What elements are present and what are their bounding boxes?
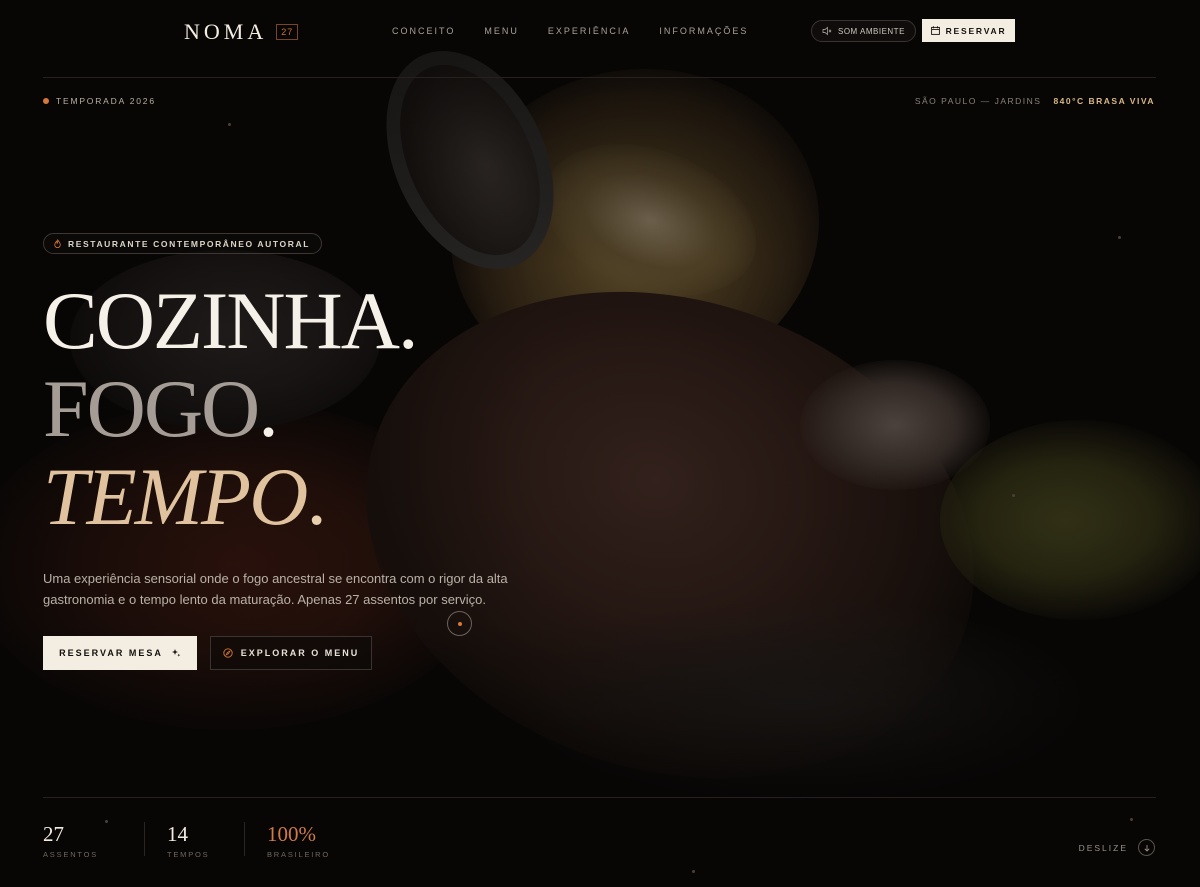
calendar-icon <box>930 26 940 35</box>
cursor-follower-icon <box>447 611 472 636</box>
main-nav: CONCEITO MENU EXPERIÊNCIA INFORMAÇÕES <box>392 26 748 36</box>
speaker-muted-icon <box>822 26 832 36</box>
site-header: NOMA 27 CONCEITO MENU EXPERIÊNCIA INFORM… <box>0 0 1200 62</box>
stat-courses-label: TEMPOS <box>167 850 210 859</box>
stat-seats-value: 27 <box>43 822 64 846</box>
logo-badge: 27 <box>276 24 299 40</box>
headline-line-3: TEMPO. <box>43 451 327 542</box>
header-reserve-label: RESERVAR <box>945 25 1007 36</box>
hero-tag-label: RESTAURANTE CONTEMPORÂNEO AUTORAL <box>68 238 311 249</box>
logo-text: NOMA <box>184 19 268 44</box>
stat-separator <box>144 822 145 856</box>
season-indicator: TEMPORADA 2026 <box>43 96 156 106</box>
nav-item-experiencia[interactable]: EXPERIÊNCIA <box>548 26 631 36</box>
arrow-down-icon <box>1138 839 1155 856</box>
header-divider <box>43 77 1156 78</box>
stat-brazilian-value: 100% <box>267 822 316 846</box>
scroll-hint-label: DESLIZE <box>1078 842 1128 853</box>
logo[interactable]: NOMA 27 <box>184 19 299 45</box>
stat-separator <box>244 822 245 856</box>
scroll-hint[interactable]: DESLIZE <box>1079 839 1155 856</box>
stat-seats-label: ASSENTOS <box>43 850 99 859</box>
stat-brazilian-label: BRASILEIRO <box>267 850 331 859</box>
location-label: SÃO PAULO — JARDINS <box>914 96 1042 106</box>
temperature-label: 840°C BRASA VIVA <box>1053 96 1155 106</box>
nav-item-menu[interactable]: MENU <box>484 26 519 36</box>
explore-menu-label: EXPLORAR O MENU <box>240 648 360 658</box>
sparkle-icon <box>171 649 181 657</box>
explore-menu-button[interactable]: EXPLORAR O MENU <box>210 636 372 670</box>
season-label: TEMPORADA 2026 <box>56 96 156 106</box>
stat-courses: 14 TEMPOS <box>167 822 209 859</box>
reserve-table-label: RESERVAR MESA <box>59 648 163 658</box>
headline-line-2: FOGO. <box>43 363 279 454</box>
compass-icon <box>223 648 233 658</box>
header-reserve-button[interactable]: RESERVAR <box>922 19 1015 42</box>
nav-item-informacoes[interactable]: INFORMAÇÕES <box>659 26 748 36</box>
stats-divider <box>43 797 1156 798</box>
location-info: SÃO PAULO — JARDINS 840°C BRASA VIVA <box>915 96 1155 106</box>
nav-item-conceito[interactable]: CONCEITO <box>392 26 455 36</box>
hero-tag: RESTAURANTE CONTEMPORÂNEO AUTORAL <box>43 233 323 254</box>
stat-courses-value: 14 <box>167 822 188 846</box>
stat-seats: 27 ASSENTOS <box>43 822 98 859</box>
ambient-sound-toggle[interactable]: SOM AMBIENTE <box>811 20 916 42</box>
ambient-sound-label: SOM AMBIENTE <box>838 26 905 36</box>
headline-line-1: COZINHA. <box>43 275 418 366</box>
reserve-table-button[interactable]: RESERVAR MESA <box>43 636 197 670</box>
hero-description: Uma experiência sensorial onde o fogo an… <box>43 571 508 607</box>
live-dot-icon <box>43 98 49 104</box>
stat-brazilian: 100% BRASILEIRO <box>267 822 330 859</box>
flame-icon <box>54 239 61 248</box>
